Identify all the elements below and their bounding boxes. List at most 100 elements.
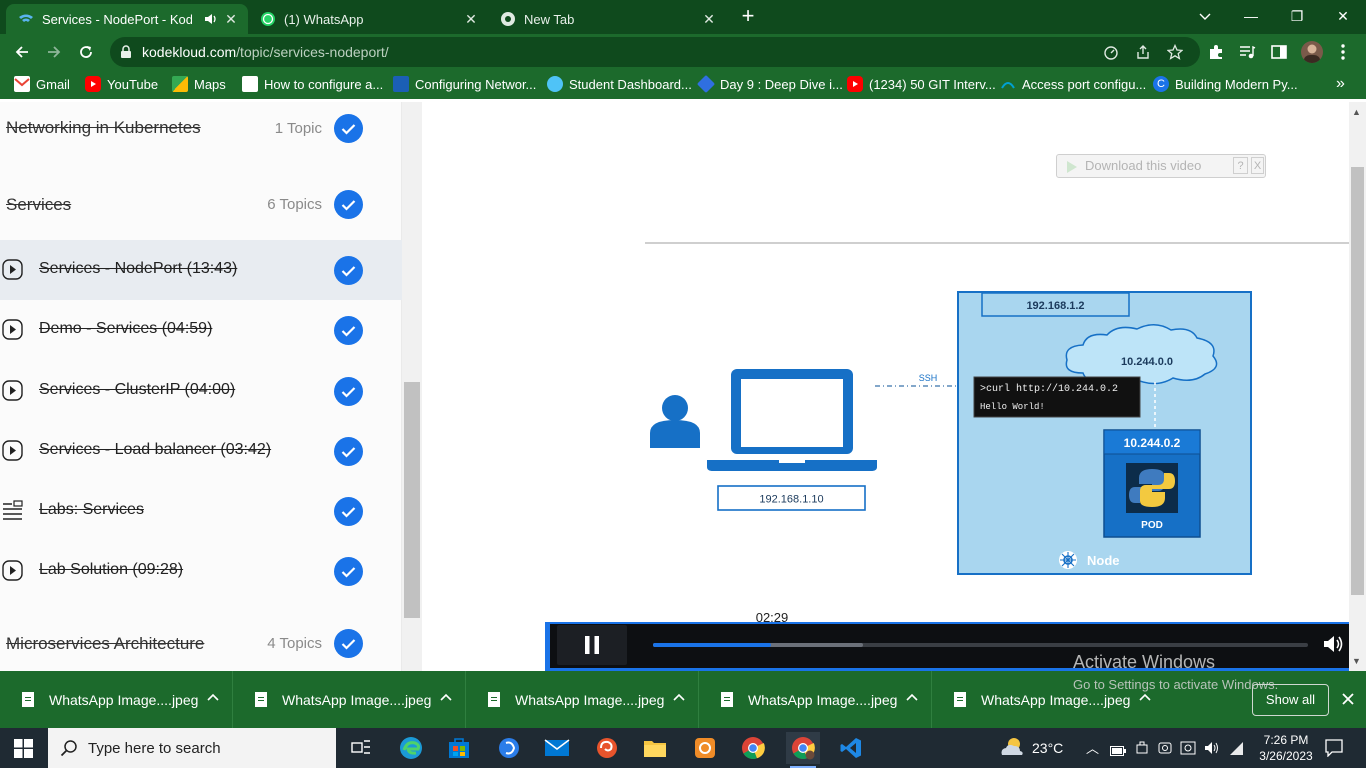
camera-icon[interactable] [1157,740,1173,761]
settings-gear-app-icon[interactable] [688,732,722,764]
chevron-up-icon[interactable] [1138,691,1152,705]
svg-text:192.168.1.10: 192.168.1.10 [759,494,823,506]
sidebar-scroll-thumb[interactable] [404,382,420,618]
pause-button[interactable] [557,625,627,665]
back-button[interactable] [10,40,34,64]
windows-start-icon[interactable] [14,739,33,763]
svg-text:>curl http://10.244.0.2: >curl http://10.244.0.2 [980,383,1118,395]
scroll-up-icon[interactable]: ▲ [1352,107,1361,117]
speaker-icon[interactable] [204,12,218,29]
lesson-row[interactable]: Lab Solution (09:28) [0,541,402,601]
notifications-icon[interactable] [1325,739,1343,762]
weather-icon[interactable] [998,735,1026,764]
temperature[interactable]: 23°C [1032,740,1063,756]
taskbar-search-input[interactable]: Type here to search [48,728,336,768]
download-item[interactable]: WhatsApp Image....jpeg [233,671,466,728]
clock-date[interactable]: 3/26/2023 [1254,749,1318,763]
bookmarks-overflow-icon[interactable]: » [1336,75,1345,93]
bookmark-how-to-configure[interactable]: How to configure a... [242,75,383,93]
bookmark-configuring-network[interactable]: Configuring Networ... [393,75,536,93]
reload-button[interactable] [74,40,98,64]
restore-button[interactable]: ❐ [1274,4,1320,28]
section-services-title[interactable]: Services [6,195,71,215]
lesson-row[interactable]: Services - ClusterIP (04:00) [0,361,402,421]
wifi-icon[interactable] [1228,740,1244,761]
minimize-button[interactable]: — [1228,4,1274,28]
close-shelf-icon[interactable] [1340,691,1356,707]
bookmark-maps[interactable]: Maps [172,75,226,93]
chevron-up-icon[interactable] [439,691,453,705]
new-tab-button[interactable]: + [735,5,761,28]
file-explorer-icon[interactable] [638,732,672,764]
clock-time[interactable]: 7:26 PM [1261,733,1311,747]
tab-title: Services - NodePort - KodeK [42,11,192,27]
side-panel-icon[interactable] [1270,43,1288,61]
close-window-button[interactable]: ✕ [1320,4,1366,28]
bookmark-student-dashboard[interactable]: Student Dashboard... [547,75,692,93]
chevron-up-icon[interactable] [672,691,686,705]
file-icon [22,692,34,707]
swirl-app-icon[interactable] [590,732,624,764]
mail-icon[interactable] [540,732,574,764]
address-bar[interactable]: kodekloud.com/topic/services-nodeport/ [110,37,1200,67]
tray-overflow-chevron-icon[interactable]: ︿ [1086,738,1099,757]
bookmark-star-icon[interactable] [1166,43,1184,60]
page-scroll-thumb[interactable] [1351,167,1364,595]
chevron-up-icon[interactable] [206,691,220,705]
extensions-icon[interactable] [1207,43,1225,61]
bookmark-youtube[interactable]: YouTube [85,75,158,93]
lesson-row[interactable]: Demo - Services (04:59) [0,300,402,360]
media-control-icon[interactable] [1238,43,1256,61]
volume-tray-icon[interactable] [1204,740,1220,761]
page-content: Networking in Kubernetes 1 Topic Service… [0,102,1366,671]
lesson-row[interactable]: Labs: Services [0,481,402,541]
network-device-icon[interactable] [1180,740,1196,761]
profile-avatar[interactable] [1301,41,1323,63]
bookmark-git-interview[interactable]: (1234) 50 GIT Interv... [847,75,996,93]
section-networking-count: 1 Topic [274,120,322,137]
download-item[interactable]: WhatsApp Image....jpeg [466,671,699,728]
tab-strip: Services - NodePort - KodeK ✕ (1) WhatsA… [0,0,1366,34]
more-menu-icon[interactable] [1334,43,1352,61]
bookmark-day9[interactable]: Day 9 : Deep Dive i... [696,74,843,94]
volume-icon[interactable] [1322,633,1344,660]
microsoft-store-icon[interactable] [442,732,476,764]
url-host: kodekloud.com [142,44,237,60]
progress-bar[interactable] [653,643,771,647]
battery-icon[interactable] [1110,743,1126,761]
terminal-box: >curl http://10.244.0.2 Hello World! [973,376,1141,418]
chevron-up-icon[interactable] [905,691,919,705]
close-tab-icon[interactable]: ✕ [700,10,718,28]
chrome-taskbar-icon[interactable] [736,732,770,764]
scroll-down-icon[interactable]: ▼ [1352,656,1361,666]
section-networking-title[interactable]: Networking in Kubernetes [6,118,201,138]
forward-button[interactable] [42,40,66,64]
download-item[interactable]: WhatsApp Image....jpeg [0,671,233,728]
bookmark-access-port[interactable]: Access port configu... [1000,75,1146,93]
skype-icon[interactable] [492,732,526,764]
bookmark-building-modern-py[interactable]: C Building Modern Py... [1153,75,1298,93]
show-all-button[interactable]: Show all [1252,684,1329,716]
close-tab-icon[interactable]: ✕ [222,10,240,28]
close-tab-icon[interactable]: ✕ [462,10,480,28]
performance-icon[interactable] [1103,44,1119,60]
download-item[interactable]: WhatsApp Image....jpeg [699,671,932,728]
svg-text:10.244.0.2: 10.244.0.2 [1124,436,1181,450]
section-microservices-title[interactable]: Microservices Architecture [6,634,204,654]
lesson-row[interactable]: Services - Load balancer (03:42) [0,421,402,481]
tab-whatsapp[interactable]: (1) WhatsApp ✕ [248,4,488,34]
video-player[interactable]: Download this video ? X 192.168.1.10 SSH… [423,102,1349,671]
share-icon[interactable] [1135,44,1151,60]
tab-new[interactable]: New Tab ✕ [488,4,726,34]
edge-icon[interactable] [394,732,428,764]
task-view-icon[interactable] [344,732,378,764]
vscode-icon[interactable] [834,732,868,764]
bookmark-gmail[interactable]: Gmail [14,75,70,93]
chrome-profile-taskbar-icon[interactable] [786,732,820,768]
tab-search-chevron-icon[interactable] [1182,4,1228,28]
lock-icon[interactable] [120,45,132,64]
tab-kodekloud[interactable]: Services - NodePort - KodeK ✕ [6,4,248,34]
usb-device-icon[interactable] [1135,741,1149,760]
lesson-row[interactable]: Services - NodePort (13:43) [0,240,402,300]
check-icon [334,190,363,219]
